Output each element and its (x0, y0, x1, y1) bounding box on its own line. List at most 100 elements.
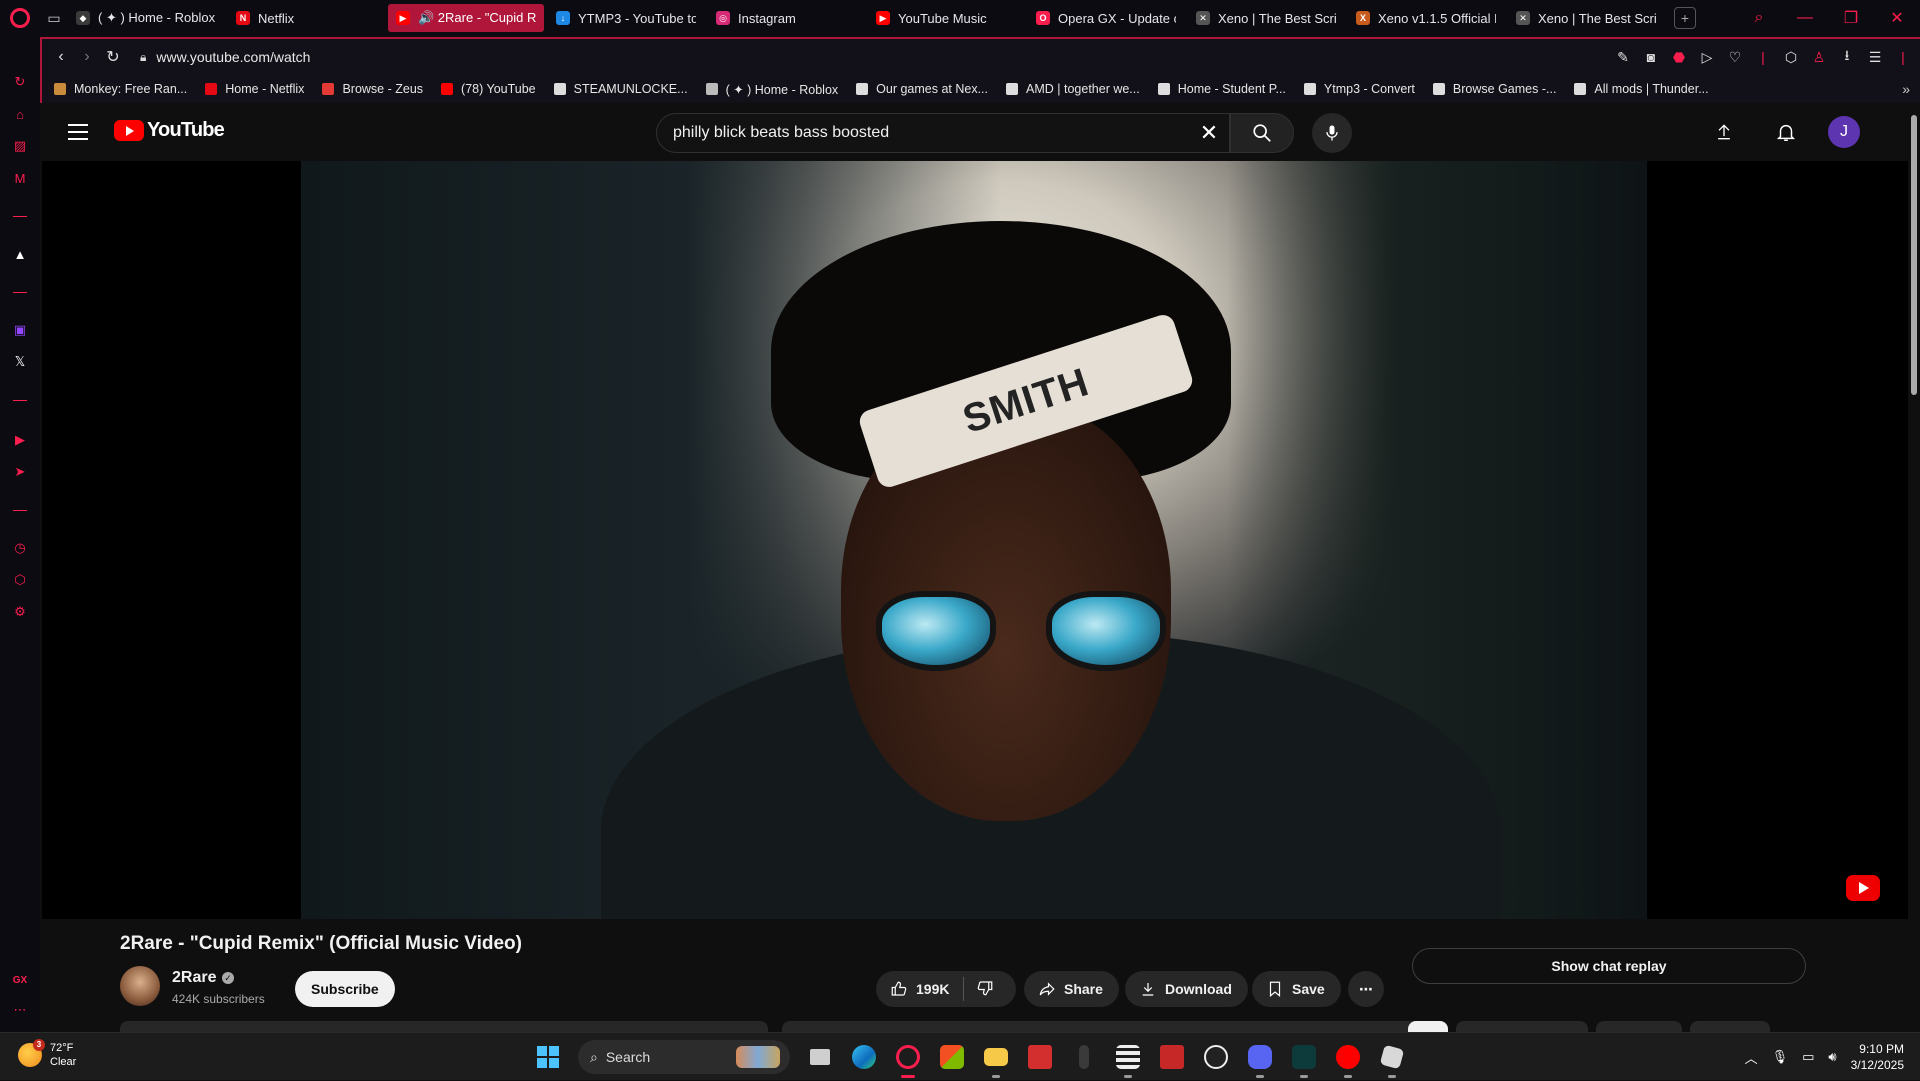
download-button[interactable]: Download (1125, 971, 1248, 1007)
tab-instagram[interactable]: ◎ Instagram (708, 4, 864, 32)
file-explorer-icon[interactable] (974, 1033, 1018, 1081)
tab-youtube-music[interactable]: ▶ YouTube Music (868, 4, 1024, 32)
sidebar-more-icon[interactable]: ⋯ (10, 1000, 30, 1020)
extensions-icon[interactable]: ⬡ (10, 570, 30, 590)
aria-ai-icon[interactable]: ▲ (10, 244, 30, 264)
forward-button[interactable]: › (74, 48, 100, 66)
steam-like-icon[interactable] (1062, 1033, 1106, 1081)
easy-setup-icon[interactable]: ☰ (1866, 49, 1884, 66)
microphone-tray-icon[interactable]: 🎙︎ (1772, 1049, 1789, 1065)
like-count[interactable]: 199K (916, 981, 949, 997)
logitech-icon[interactable] (1194, 1033, 1238, 1081)
dislike-button[interactable] (976, 979, 994, 1000)
reload-button[interactable]: ↻ (100, 47, 126, 67)
account-avatar[interactable]: J (1828, 116, 1860, 148)
create-button[interactable] (1704, 112, 1744, 152)
profile-icon[interactable]: ♙ (1810, 49, 1828, 66)
channel-name[interactable]: 2Rare (172, 969, 216, 987)
bookmark-heart-icon[interactable]: ♡ (1726, 49, 1744, 66)
task-view-icon[interactable] (798, 1033, 842, 1081)
adblock-shield-icon[interactable]: ⬣ (1670, 49, 1688, 66)
gx-corner-icon[interactable]: ▨ (10, 136, 30, 156)
back-button[interactable]: ‹ (48, 48, 74, 66)
share-button[interactable]: Share (1024, 971, 1119, 1007)
bookmark-item[interactable]: Browse Games -... (1432, 82, 1556, 96)
new-tab-button[interactable]: + (1674, 7, 1696, 29)
gx-store-icon[interactable]: ⌂ (10, 104, 30, 124)
player-icon[interactable]: ▶ (10, 430, 30, 450)
taskbar-clock[interactable]: 9:10 PM 3/12/2025 (1851, 1041, 1904, 1073)
chip-from-channel[interactable] (1456, 1021, 1588, 1032)
chip-related[interactable] (1596, 1021, 1682, 1032)
bookmark-item[interactable]: STEAMUNLOCKE... (553, 82, 688, 96)
youtube-watermark-icon[interactable] (1846, 875, 1880, 901)
bookmark-item[interactable]: Monkey: Free Ran... (54, 82, 187, 96)
youtube-logo[interactable]: YouTube (114, 119, 225, 142)
settings-gear-icon[interactable]: ⚙ (10, 602, 30, 622)
audio-app-icon[interactable] (1282, 1033, 1326, 1081)
tab-roblox[interactable]: ◆ ( ✦ ) Home - Roblox (68, 4, 224, 32)
x-twitter-icon[interactable]: 𝕏 (10, 352, 30, 372)
weather-widget[interactable]: 3 72°F Clear (18, 1039, 76, 1069)
snapshot-edit-icon[interactable]: ✎ (1614, 49, 1632, 66)
video-frame[interactable]: SMITH (301, 161, 1647, 919)
edge-browser-icon[interactable] (842, 1033, 886, 1081)
send-icon[interactable]: ➤ (10, 462, 30, 482)
bookmark-item[interactable]: ( ✦ ) Home - Roblox (705, 82, 838, 97)
tray-overflow-chevron-icon[interactable]: ︿ (1745, 1048, 1758, 1067)
bookmark-item[interactable]: Home - Netflix (205, 82, 304, 96)
tab-xeno-official[interactable]: X Xeno v1.1.5 Official D (1348, 4, 1504, 32)
tab-opera-gx-update[interactable]: O Opera GX - Update c (1028, 4, 1184, 32)
network-icon[interactable]: ▭ (1802, 1049, 1814, 1065)
scrollbar-thumb[interactable] (1911, 115, 1917, 395)
guide-menu-icon[interactable] (68, 124, 88, 140)
tab-netflix[interactable]: N Netflix (228, 4, 384, 32)
tab-xeno-1[interactable]: ✕ Xeno | The Best Scri (1188, 4, 1344, 32)
camera-icon[interactable]: ◙ (1642, 49, 1660, 65)
gx-mods-icon[interactable]: M (10, 168, 30, 188)
maximize-button[interactable]: ❐ (1828, 8, 1874, 28)
bookmark-item[interactable]: AMD | together we... (1006, 82, 1140, 96)
tab-xeno-2[interactable]: ✕ Xeno | The Best Scri (1508, 4, 1664, 32)
stacked-app-icon[interactable] (1106, 1033, 1150, 1081)
save-button[interactable]: Save (1252, 971, 1341, 1007)
bookmark-item[interactable]: Ytmp3 - Convert (1303, 82, 1415, 96)
opera-gx-taskbar-icon[interactable] (886, 1033, 930, 1081)
chip-recently-uploaded[interactable] (1690, 1021, 1770, 1032)
page-scrollbar[interactable] (1908, 103, 1920, 1032)
more-actions-button[interactable]: ⋯ (1348, 971, 1384, 1007)
opera-gx-menu-icon[interactable] (0, 0, 40, 36)
roblox-taskbar-icon[interactable] (1370, 1033, 1414, 1081)
bookmark-item[interactable]: All mods | Thunder... (1574, 82, 1709, 96)
bookmark-item[interactable]: Our games at Nex... (856, 82, 988, 96)
start-button[interactable] (526, 1033, 570, 1081)
search-box[interactable]: philly blick beats bass boosted ✕ (656, 113, 1230, 153)
microsoft-store-icon[interactable] (930, 1033, 974, 1081)
lock-icon[interactable]: 🔒︎ (140, 50, 146, 65)
tab-ytmp3[interactable]: ↓ YTMP3 - YouTube to (548, 4, 704, 32)
show-chat-replay-button[interactable]: Show chat replay (1412, 948, 1806, 984)
download-icon[interactable]: ⭳ (1838, 45, 1856, 69)
volume-icon[interactable]: 🔊︎ (1828, 1049, 1836, 1065)
tab-youtube-active[interactable]: ▶ 🔊 2Rare - "Cupid Remix" (388, 4, 544, 32)
tab-workspaces-icon[interactable]: ▭ (40, 0, 68, 36)
voice-search-button[interactable] (1312, 113, 1352, 153)
chip-all[interactable] (1408, 1021, 1448, 1032)
minimize-button[interactable]: — (1782, 9, 1828, 27)
taskbar-search[interactable]: ⌕ Search (578, 1040, 790, 1074)
bookmarks-overflow-icon[interactable]: » (1902, 81, 1910, 97)
history-icon[interactable]: ◷ (10, 538, 30, 558)
bookmark-item[interactable]: Browse - Zeus (322, 82, 423, 96)
youtube-music-taskbar-icon[interactable] (1326, 1033, 1370, 1081)
xbox-like-icon[interactable] (1150, 1033, 1194, 1081)
clear-search-icon[interactable]: ✕ (1189, 120, 1229, 146)
game-launcher-icon[interactable] (1018, 1033, 1062, 1081)
twitch-icon[interactable]: ▣ (10, 320, 30, 340)
bookmark-item[interactable]: (78) YouTube (441, 82, 536, 96)
close-window-button[interactable]: ✕ (1874, 8, 1920, 28)
notifications-button[interactable] (1766, 112, 1806, 152)
channel-avatar[interactable] (120, 966, 160, 1006)
discord-icon[interactable] (1238, 1033, 1282, 1081)
search-input[interactable]: philly blick beats bass boosted (673, 124, 1189, 142)
video-player[interactable]: SMITH (42, 161, 1908, 919)
